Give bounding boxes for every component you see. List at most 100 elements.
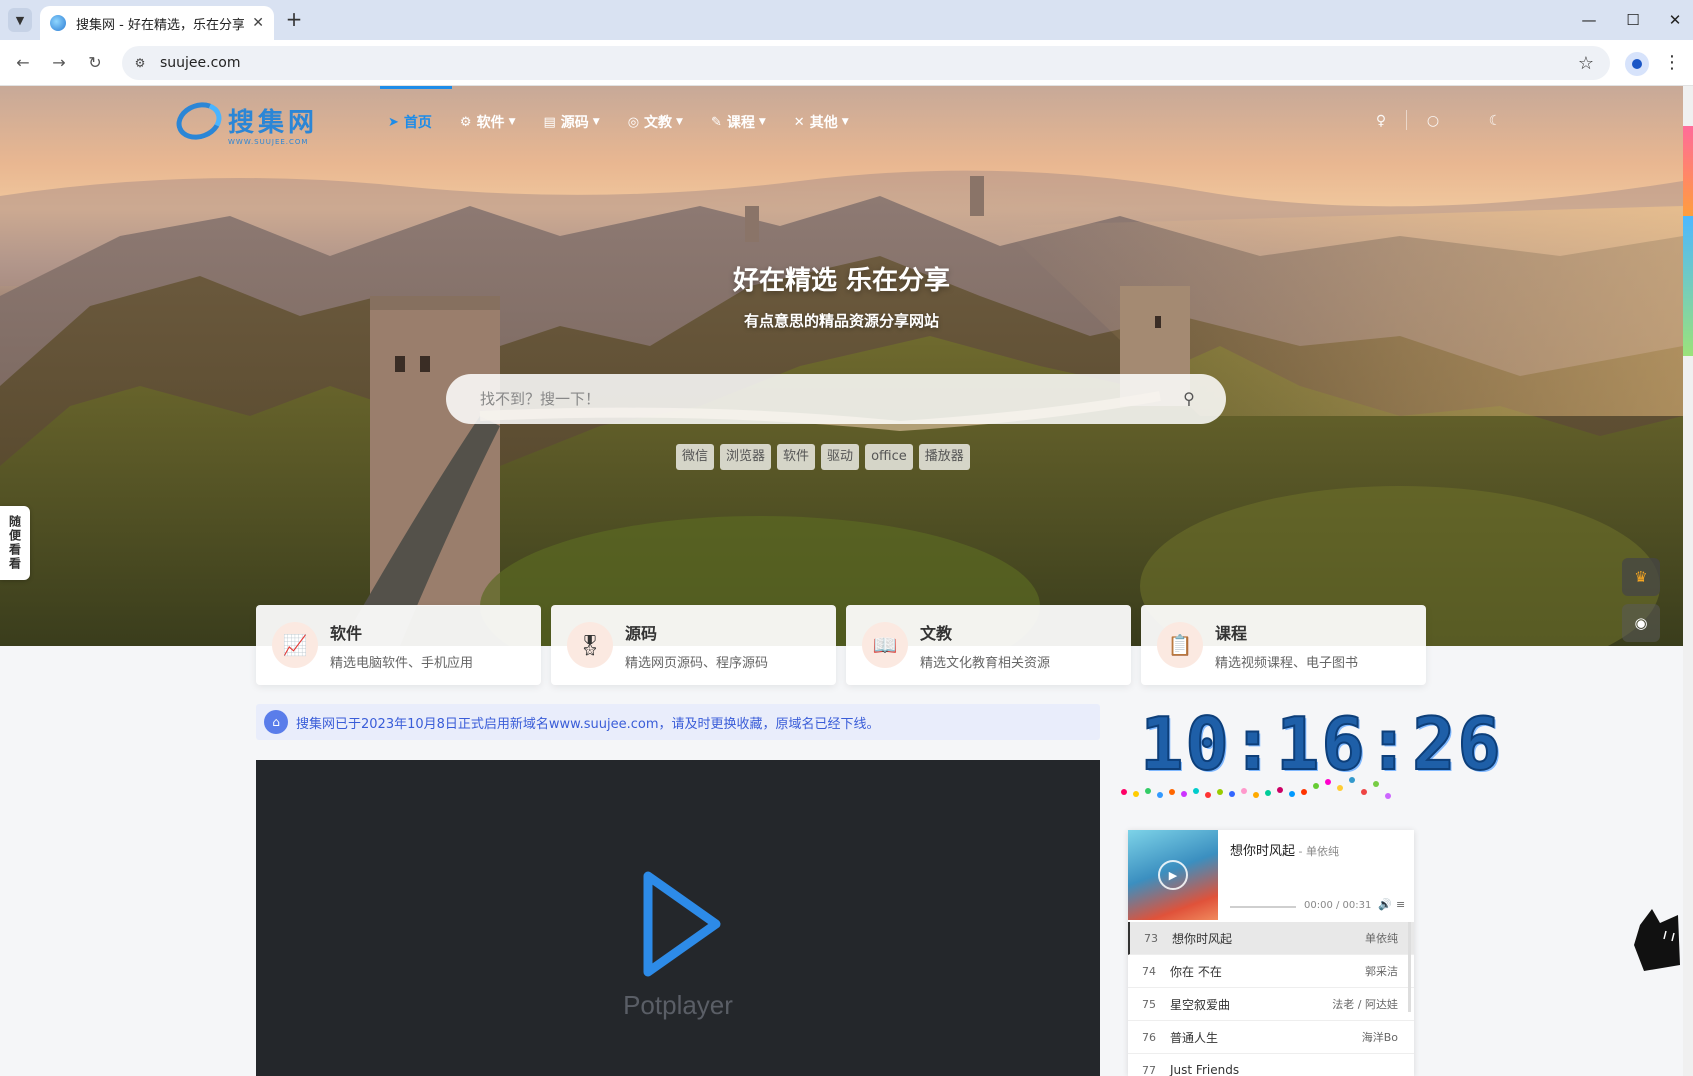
list-item[interactable]: 74 你在 不在 郭采洁 [1128,955,1414,988]
lightbulb-icon[interactable]: ♀ [1372,112,1390,130]
nav-label: 软件 [476,115,505,131]
book-icon: 📖 [862,622,908,668]
chevron-down-icon: ▼ [841,117,849,127]
song-title: 想你时风起 [1230,844,1296,859]
card-desc: 精选文化教育相关资源 [920,655,1051,671]
card-title: 软件 [330,623,363,643]
video-player[interactable]: Potplayer [256,760,1100,1076]
scroll-thumb[interactable] [1683,216,1693,356]
nav-label: 课程 [726,115,755,131]
browser-tab[interactable]: 搜集网 - 好在精选，乐在分享! ✕ [40,6,274,40]
nav-label: 其他 [809,115,838,131]
category-card-course[interactable]: 📋 课程 精选视频课程、电子图书 [1141,605,1426,685]
bookmark-star-icon[interactable]: ☆ [1578,53,1594,74]
reload-icon: ↻ [88,53,102,72]
tab-close-icon[interactable]: ✕ [252,15,264,31]
dark-mode-moon-icon[interactable]: ☾ [1486,112,1504,130]
chevron-down-icon: ▼ [592,117,600,127]
playlist-scrollbar[interactable] [1408,922,1411,1012]
clipboard-icon: 📋 [1157,622,1203,668]
list-item[interactable]: 77 Just Friends [1128,1054,1414,1076]
nav-item-education[interactable]: ◎ 文教 ▼ [628,112,683,132]
album-cover[interactable]: ▶ [1128,830,1218,920]
card-title: 文教 [920,623,953,643]
chevron-down-icon: ▼ [508,117,516,127]
category-card-software[interactable]: 📈 软件 精选电脑软件、手机应用 [256,605,541,685]
now-playing: 想你时风起 - 单依纯 [1230,840,1339,859]
song-artist: - 单依纯 [1295,845,1339,858]
reload-button[interactable]: ↻ [84,52,106,74]
logo-text: 搜集网 [228,108,319,138]
arrow-right-icon: → [52,53,66,72]
nav-item-source[interactable]: ▤ 源码 ▼ [543,112,599,132]
track-index: 74 [1142,964,1156,978]
track-name: Just Friends [1170,1063,1240,1076]
site-info-icon[interactable]: ⚙ [132,55,148,71]
crown-icon[interactable]: ♛ [1622,558,1660,596]
main-nav: ➤ 首页 ⚙ 软件 ▼ ▤ 源码 ▼ ◎ 文教 ▼ ✎ 课程 ▼ ✕ 其他 ▼ [388,112,877,132]
notice-text[interactable]: 搜集网已于2023年10月8日正式启用新域名www.suujee.com，请及时… [296,713,880,732]
new-tab-button[interactable]: + [282,8,306,32]
minimize-button[interactable]: — [1574,8,1604,32]
pen-icon: ✎ [710,114,722,130]
list-item[interactable]: 76 普通人生 海洋Bo [1128,1021,1414,1054]
category-card-source[interactable]: 🎖 源码 精选网页源码、程序源码 [551,605,836,685]
track-artist: 海洋Bo [1361,1031,1398,1044]
forward-button[interactable]: → [48,52,70,74]
confetti-decoration [1121,777,1391,799]
list-item[interactable]: 73 想你时风起 单依纯 [1128,922,1414,955]
gears-icon: ⚙ [459,114,472,130]
profile-avatar[interactable] [1625,52,1649,76]
hot-tag[interactable]: 浏览器 [720,444,772,470]
music-player: ▶ 想你时风起 - 单依纯 00:00 / 00:31 🔊 ≡ 73 想你时风起… [1128,830,1414,1076]
site-logo[interactable]: 搜集网 WWW.SUUJEE.COM [171,95,319,146]
track-artist: 法老 / 阿达娃 [1332,998,1398,1011]
play-time: 00:00 / 00:31 [1304,900,1372,911]
hot-tag[interactable]: 播放器 [918,444,970,470]
hot-tag[interactable]: 驱动 [821,444,860,470]
hero-banner: 搜集网 WWW.SUUJEE.COM ➤ 首页 ⚙ 软件 ▼ ▤ 源码 ▼ ◎ … [0,86,1683,646]
track-artist: 单依纯 [1365,932,1398,945]
search-icon[interactable]: ○ [1424,112,1442,130]
arrow-left-icon: ← [16,53,30,72]
tab-search-button[interactable]: ▼ [8,8,32,32]
site-favicon-icon [50,15,66,31]
playlist-menu-icon[interactable]: ≡ [1396,898,1405,911]
url-text[interactable]: suujee.com [160,55,241,71]
hot-tag[interactable]: 软件 [777,444,816,470]
nav-item-course[interactable]: ✎ 课程 ▼ [711,112,766,132]
progress-bar[interactable] [1230,906,1296,908]
tools-icon: ✕ [793,114,805,130]
track-index: 77 [1142,1063,1156,1076]
hot-tag[interactable]: 微信 [676,444,715,470]
notice-bar: ⌂ 搜集网已于2023年10月8日正式启用新域名www.suujee.com，请… [256,704,1100,740]
play-icon[interactable]: ▶ [1158,860,1188,890]
card-title: 源码 [625,623,658,643]
category-card-education[interactable]: 📖 文教 精选文化教育相关资源 [846,605,1131,685]
address-bar[interactable]: ⚙ suujee.com ☆ [122,46,1610,80]
play-icon[interactable] [640,868,724,980]
list-item[interactable]: 75 星空叙爱曲 法老 / 阿达娃 [1128,988,1414,1021]
nav-item-other[interactable]: ✕ 其他 ▼ [794,112,849,132]
browser-menu-icon[interactable]: ⋮ [1663,52,1681,74]
card-title: 课程 [1215,623,1248,643]
nav-item-software[interactable]: ⚙ 软件 ▼ [460,112,516,132]
random-browse-button[interactable]: 随便看看 [0,506,30,580]
track-index: 76 [1142,1030,1156,1044]
track-index: 75 [1142,997,1156,1011]
file-code-icon: ▤ [543,114,556,130]
hero-subtitle: 有点意思的精品资源分享网站 [743,312,939,330]
hot-tag[interactable]: office [865,444,913,470]
volume-icon[interactable]: 🔊 [1378,898,1392,911]
nav-active-indicator [380,86,452,89]
close-window-button[interactable]: ✕ [1660,8,1690,32]
maximize-button[interactable]: ☐ [1618,8,1648,32]
hero-search-icon[interactable]: ⚲ [1176,386,1202,412]
android-icon[interactable]: ◉ [1622,604,1660,642]
back-button[interactable]: ← [12,52,34,74]
hero-search-input[interactable] [446,374,1226,424]
nav-item-home[interactable]: ➤ 首页 [388,112,432,132]
chevron-down-icon: ▼ [15,13,25,27]
nav-label: 首页 [403,115,432,131]
cat-mascot-icon[interactable] [1630,905,1686,975]
